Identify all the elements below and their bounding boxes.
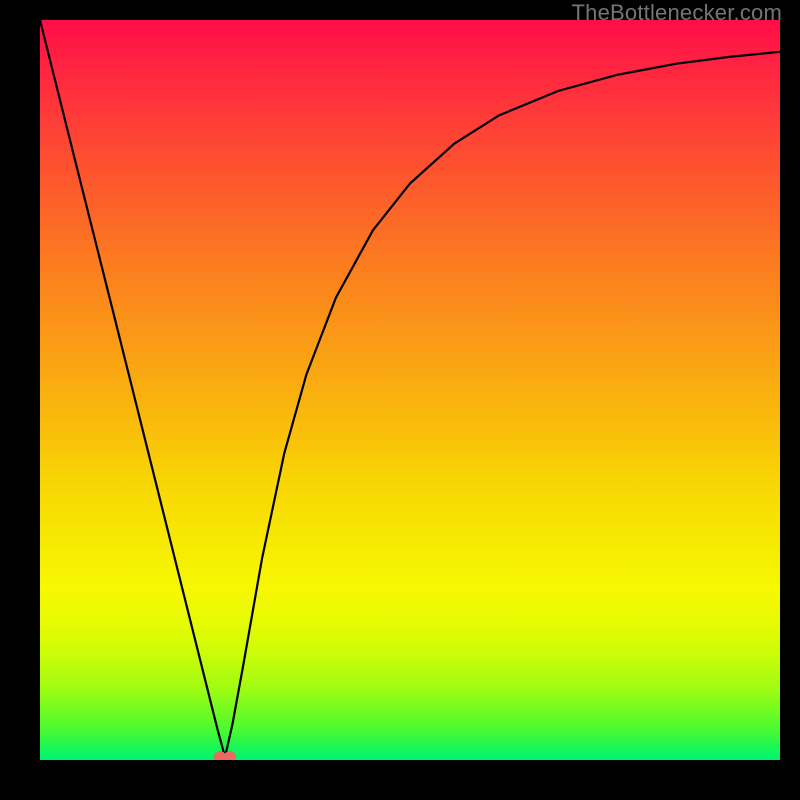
- min-marker-a: [214, 751, 226, 760]
- plot-area: [40, 20, 780, 760]
- min-marker-b: [224, 751, 236, 760]
- watermark: TheBottlenecker.com: [572, 0, 782, 26]
- bottleneck-curve: [40, 20, 780, 757]
- chart-frame: TheBottlenecker.com: [0, 0, 800, 800]
- curve-svg: [40, 20, 780, 760]
